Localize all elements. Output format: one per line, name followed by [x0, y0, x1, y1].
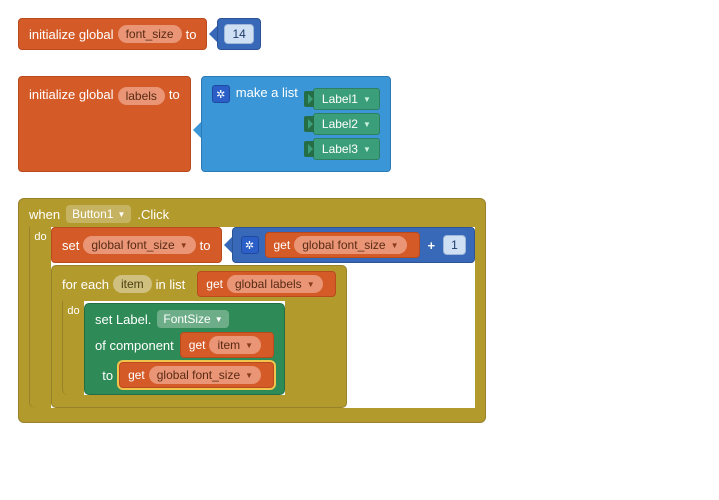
var-name-labels: labels	[118, 87, 165, 105]
do-arm: do	[62, 301, 84, 395]
chevron-down-icon: ▼	[117, 210, 125, 219]
var-name: global font_size	[91, 238, 174, 252]
chevron-down-icon: ▼	[245, 371, 253, 380]
property-name: FontSize	[163, 312, 210, 326]
get-item[interactable]: get item ▼	[180, 332, 274, 358]
init-global-fontsize[interactable]: initialize global font_size to	[18, 18, 207, 50]
get-global-fontsize-highlighted[interactable]: get global font_size ▼	[119, 362, 274, 388]
add-expression[interactable]: ✲ get global font_size ▼ + 1	[232, 227, 475, 263]
set-fontsize-row[interactable]: set global font_size ▼ to ✲ get	[51, 227, 475, 263]
chevron-down-icon: ▼	[363, 145, 371, 154]
when-click-block[interactable]: when Button1 ▼ .Click do set global font…	[18, 198, 486, 423]
list-item[interactable]: Label1 ▼	[304, 88, 380, 110]
set-global-fontsize[interactable]: set global font_size ▼ to	[51, 227, 222, 263]
chevron-down-icon: ▼	[363, 95, 371, 104]
chevron-down-icon: ▼	[391, 241, 399, 250]
plug-icon	[304, 141, 314, 157]
label-text: Label3	[322, 142, 358, 156]
kw-to: to	[186, 27, 197, 42]
kw-initialize-global: initialize global	[29, 27, 114, 42]
component-dropdown[interactable]: Button1 ▼	[66, 205, 131, 223]
label-dropdown[interactable]: Label1 ▼	[313, 88, 380, 110]
chevron-down-icon: ▼	[215, 315, 223, 324]
list-items: Label1 ▼ Label2 ▼ Label3 ▼	[304, 85, 380, 163]
kw-do: do	[67, 305, 79, 317]
connector-notch	[191, 122, 201, 138]
event-handler[interactable]: when Button1 ▼ .Click do set global font…	[18, 198, 486, 423]
kw-in-list: in list	[156, 277, 186, 292]
chevron-down-icon: ▼	[307, 280, 315, 289]
kw-do: do	[34, 231, 46, 243]
chevron-down-icon: ▼	[180, 241, 188, 250]
list-item[interactable]: Label3 ▼	[304, 138, 380, 160]
var-name: global font_size	[302, 238, 385, 252]
kw-set: set	[62, 238, 79, 253]
kw-get: get	[128, 368, 145, 382]
plug-icon	[304, 91, 314, 107]
var-dropdown[interactable]: item ▼	[209, 336, 261, 354]
get-global-labels[interactable]: get global labels ▼	[197, 271, 335, 297]
set-label-fontsize-block[interactable]: set Label. FontSize ▼ of component	[84, 303, 285, 395]
var-name: item	[217, 338, 240, 352]
var-name: global font_size	[157, 368, 240, 382]
kw-get: get	[206, 277, 223, 291]
value-socket[interactable]: 14	[217, 18, 260, 50]
var-name: global labels	[235, 277, 302, 291]
number-14: 14	[224, 24, 253, 44]
component-name: Button1	[72, 207, 113, 221]
connector-notch	[222, 237, 232, 253]
gear-icon[interactable]: ✲	[241, 236, 259, 254]
var-name-fontsize: font_size	[118, 25, 182, 43]
init-global-labels[interactable]: initialize global labels to	[18, 76, 191, 172]
var-dropdown[interactable]: global font_size ▼	[294, 236, 406, 254]
do-arm: do	[29, 227, 51, 408]
kw-get: get	[189, 338, 206, 352]
label-dropdown[interactable]: Label3 ▼	[313, 138, 380, 160]
list-item[interactable]: Label2 ▼	[304, 113, 380, 135]
chevron-down-icon: ▼	[245, 341, 253, 350]
kw-to: to	[200, 238, 211, 253]
plus-operator: +	[420, 238, 444, 253]
label-text: Label1	[322, 92, 358, 106]
label-dropdown[interactable]: Label2 ▼	[313, 113, 380, 135]
chevron-down-icon: ▼	[363, 120, 371, 129]
event-name: .Click	[137, 207, 169, 222]
var-dropdown[interactable]: global font_size ▼	[149, 366, 261, 384]
init-labels-block[interactable]: initialize global labels to ✲ make a lis…	[18, 76, 701, 172]
kw-make-a-list: make a list	[236, 85, 298, 100]
plug-icon	[304, 116, 314, 132]
gear-icon[interactable]: ✲	[212, 85, 230, 103]
kw-initialize-global: initialize global	[29, 87, 114, 102]
kw-for-each: for each	[62, 277, 109, 292]
init-font-size-block[interactable]: initialize global font_size to 14	[18, 18, 701, 50]
for-each-block[interactable]: for each item in list get global labels …	[51, 265, 347, 408]
number-1: 1	[443, 235, 466, 255]
kw-get: get	[274, 238, 291, 252]
var-dropdown[interactable]: global labels ▼	[227, 275, 323, 293]
kw-to: to	[102, 368, 113, 383]
connector-notch	[207, 26, 217, 42]
loop-var-item: item	[113, 275, 152, 293]
label-text: Label2	[322, 117, 358, 131]
kw-to: to	[169, 87, 180, 102]
make-a-list-block[interactable]: ✲ make a list Label1 ▼ Label2 ▼	[201, 76, 391, 172]
property-dropdown[interactable]: FontSize ▼	[157, 310, 228, 328]
kw-when: when	[29, 207, 60, 222]
kw-set-label: set Label.	[95, 312, 151, 327]
get-global-fontsize[interactable]: get global font_size ▼	[265, 232, 420, 258]
kw-of-component: of component	[95, 338, 174, 353]
var-dropdown[interactable]: global font_size ▼	[83, 236, 195, 254]
